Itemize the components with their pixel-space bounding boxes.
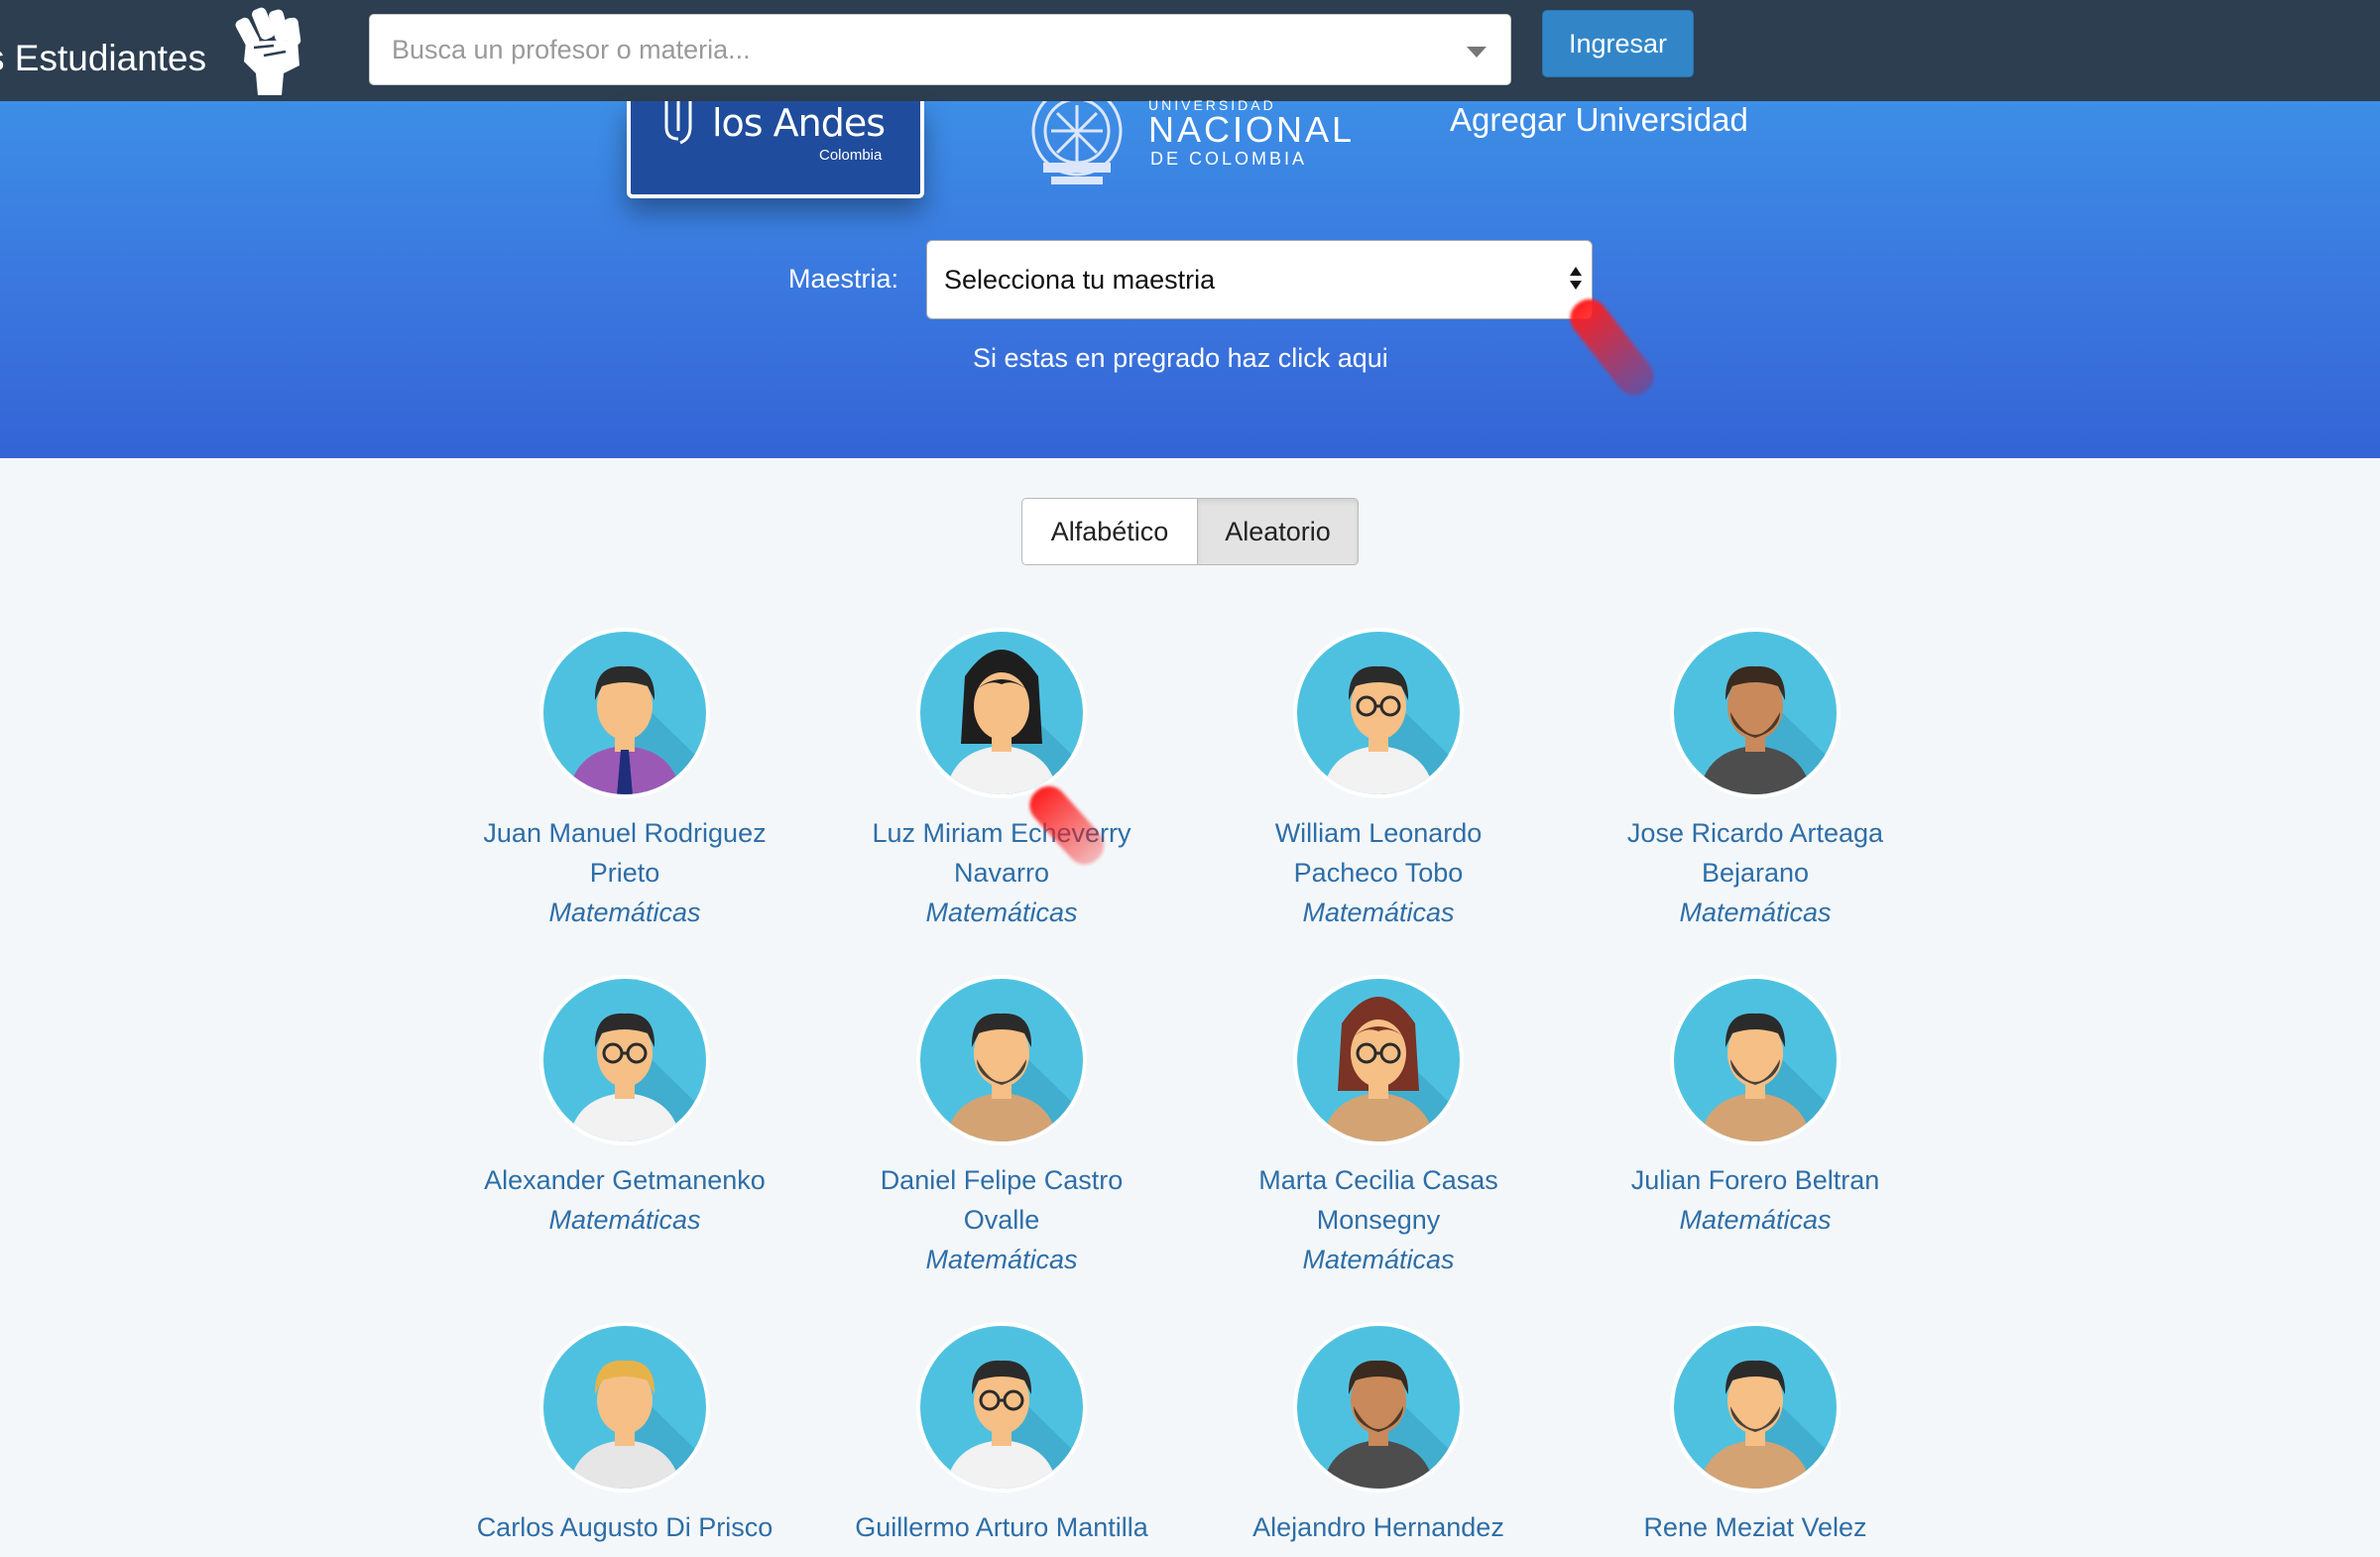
professor-name[interactable]: Marta Cecilia Casas Monsegny Matemáticas: [1190, 1160, 1567, 1279]
add-university-link[interactable]: Agregar Universidad: [1450, 101, 1748, 139]
andes-logo-icon: [664, 101, 692, 145]
maestria-label: Maestria:: [788, 264, 899, 294]
sort-random-button[interactable]: Aleatorio: [1198, 498, 1359, 565]
avatar-icon[interactable]: [1669, 627, 1842, 799]
professor-name[interactable]: Alejandro Hernandez: [1190, 1507, 1567, 1547]
avatar-icon[interactable]: [538, 1321, 711, 1494]
professor-name[interactable]: William Leonardo Pacheco Tobo Matemáticas: [1190, 813, 1567, 932]
avatar-icon[interactable]: [538, 974, 711, 1146]
andes-subtitle: Colombia: [819, 147, 883, 164]
professor-name-line: Luz Miriam Echeverry: [872, 818, 1131, 848]
professor-name-line: Guillermo Arturo Mantilla: [855, 1512, 1148, 1542]
professor-name-line: Carlos Augusto Di Prisco: [476, 1512, 774, 1542]
avatar-icon[interactable]: [1292, 1321, 1465, 1494]
login-button[interactable]: Ingresar: [1542, 10, 1694, 77]
professor-name-line: Prieto: [589, 858, 660, 888]
raised-fist-icon: [235, 7, 301, 95]
andes-name: los Andes: [712, 101, 886, 145]
professor-name-line: Ovalle: [963, 1205, 1040, 1235]
professor-name[interactable]: Alexander Getmanenko Matemáticas: [436, 1160, 813, 1240]
professor-name[interactable]: Guillermo Arturo Mantilla: [813, 1507, 1190, 1547]
site-brand[interactable]: s Estudiantes: [0, 38, 206, 79]
avatar-icon[interactable]: [915, 627, 1088, 799]
hero-banner: los Andes Colombia UNIVERSIDAD NACIONAL …: [0, 97, 2380, 458]
professor-name-line: Bejarano: [1701, 858, 1810, 888]
unal-name[interactable]: NACIONAL: [1148, 109, 1355, 151]
professor-name-line: Juan Manuel Rodriguez: [483, 818, 767, 848]
maestria-selected-value: Selecciona tu maestria: [944, 265, 1216, 295]
professor-subject: Matemáticas: [1679, 898, 1832, 927]
avatar-icon[interactable]: [915, 1321, 1088, 1494]
professor-name[interactable]: Julian Forero Beltran Matemáticas: [1567, 1160, 1944, 1240]
avatar-icon[interactable]: [538, 627, 711, 799]
professor-name-line: Navarro: [953, 858, 1050, 888]
professor-name-line: Jose Ricardo Arteaga: [1626, 818, 1884, 848]
professor-name[interactable]: Daniel Felipe Castro Ovalle Matemáticas: [813, 1160, 1190, 1279]
pregrado-link[interactable]: Si estas en pregrado haz click aqui: [973, 343, 1388, 374]
top-navbar: s Estudiantes Busca un profesor o materi…: [0, 0, 2380, 101]
unal-subtitle: DE COLOMBIA: [1150, 149, 1308, 169]
professor-subject: Matemáticas: [1302, 898, 1455, 927]
professor-name[interactable]: Juan Manuel Rodriguez Prieto Matemáticas: [436, 813, 813, 932]
search-placeholder: Busca un profesor o materia...: [392, 35, 751, 64]
professor-name[interactable]: Carlos Augusto Di Prisco: [436, 1507, 813, 1547]
avatar-icon[interactable]: [1669, 1321, 1842, 1494]
professor-subject: Matemáticas: [1302, 1245, 1455, 1274]
professor-name-line: Rene Meziat Velez: [1643, 1512, 1867, 1542]
avatar-icon[interactable]: [1292, 974, 1465, 1146]
university-card-andes[interactable]: los Andes Colombia: [627, 101, 924, 198]
maestria-select[interactable]: Selecciona tu maestria: [926, 240, 1593, 319]
professor-subject: Matemáticas: [925, 1245, 1078, 1274]
avatar-icon[interactable]: [1669, 974, 1842, 1146]
avatar-icon[interactable]: [1292, 627, 1465, 799]
professor-name-line: Alejandro Hernandez: [1252, 1512, 1504, 1542]
professor-name-line: Julian Forero Beltran: [1630, 1165, 1880, 1195]
professor-name[interactable]: Luz Miriam Echeverry Navarro Matemáticas: [813, 813, 1190, 932]
professor-name-line: Alexander Getmanenko: [484, 1165, 766, 1195]
sort-alphabetic-button[interactable]: Alfabético: [1021, 498, 1198, 565]
professor-name-line: Daniel Felipe Castro: [880, 1165, 1124, 1195]
professor-subject: Matemáticas: [548, 1205, 701, 1235]
avatar-icon[interactable]: [915, 974, 1088, 1146]
unal-seal-icon: [1031, 101, 1123, 184]
professor-name[interactable]: Rene Meziat Velez: [1567, 1507, 1944, 1547]
professor-name-line: Pacheco Tobo: [1293, 858, 1464, 888]
professor-subject: Matemáticas: [1679, 1205, 1832, 1235]
select-arrows-icon: [1570, 267, 1584, 295]
professor-name[interactable]: Jose Ricardo Arteaga Bejarano Matemáticas: [1567, 813, 1944, 932]
chevron-down-icon[interactable]: [1467, 47, 1487, 58]
search-input[interactable]: Busca un profesor o materia...: [369, 14, 1511, 85]
professor-name-line: William Leonardo: [1274, 818, 1483, 848]
sort-toggle-group: Alfabético Aleatorio: [1021, 498, 1359, 565]
professor-subject: Matemáticas: [548, 898, 701, 927]
professor-subject: Matemáticas: [925, 898, 1078, 927]
professor-name-line: Monsegny: [1316, 1205, 1441, 1235]
professor-name-line: Marta Cecilia Casas: [1258, 1165, 1498, 1195]
